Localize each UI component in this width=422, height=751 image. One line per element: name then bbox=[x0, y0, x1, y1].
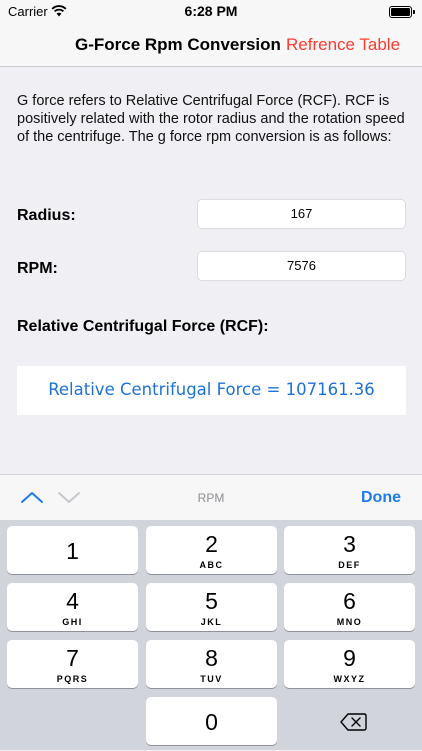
key-5-digit: 5 bbox=[205, 588, 218, 614]
battery-icon bbox=[389, 6, 415, 18]
key-7[interactable]: 7 PQRS bbox=[7, 640, 138, 688]
page-title: G-Force Rpm Conversion bbox=[75, 35, 281, 54]
key-1-digit: 1 bbox=[66, 538, 79, 564]
key-3-letters: DEF bbox=[338, 560, 361, 570]
key-1[interactable]: 1 bbox=[7, 526, 138, 574]
key-7-digit: 7 bbox=[66, 645, 79, 671]
rpm-label: RPM: bbox=[17, 260, 58, 277]
key-6[interactable]: 6 MNO bbox=[284, 583, 415, 631]
navigation-bar: G-Force Rpm Conversion Refrence Table bbox=[0, 24, 422, 67]
key-6-letters: MNO bbox=[336, 617, 363, 627]
radius-input[interactable]: 167 bbox=[197, 199, 406, 229]
rcf-label: Relative Centrifugal Force (RCF): bbox=[17, 318, 269, 335]
status-time: 6:28 PM bbox=[184, 3, 238, 19]
backspace-icon[interactable] bbox=[284, 698, 415, 746]
active-field-name: RPM bbox=[197, 491, 225, 505]
main-content: G force refers to Relative Centrifugal F… bbox=[0, 67, 422, 474]
key-0-digit: 0 bbox=[205, 709, 218, 735]
key-8-digit: 8 bbox=[205, 645, 218, 671]
key-2[interactable]: 2 ABC bbox=[146, 526, 277, 574]
key-8-letters: TUV bbox=[200, 674, 223, 684]
radius-label: Radius: bbox=[17, 207, 76, 224]
key-2-letters: ABC bbox=[199, 560, 224, 570]
key-9-digit: 9 bbox=[343, 645, 356, 671]
key-3-digit: 3 bbox=[343, 531, 356, 557]
key-6-digit: 6 bbox=[343, 588, 356, 614]
key-5-letters: JKL bbox=[200, 617, 223, 627]
key-4[interactable]: 4 GHI bbox=[7, 583, 138, 631]
reference-table-button[interactable]: Refrence Table bbox=[286, 35, 400, 55]
result-text: Relative Centrifugal Force = 107161.36 bbox=[48, 380, 375, 399]
status-bar: Carrier 6:28 PM bbox=[0, 0, 422, 24]
key-5[interactable]: 5 JKL bbox=[146, 583, 277, 631]
intro-text: G force refers to Relative Centrifugal F… bbox=[17, 93, 405, 145]
key-3[interactable]: 3 DEF bbox=[284, 526, 415, 574]
rpm-input[interactable]: 7576 bbox=[197, 251, 406, 281]
keyboard-toolbar: RPM Done bbox=[0, 474, 422, 521]
key-8[interactable]: 8 TUV bbox=[146, 640, 277, 688]
done-button[interactable]: Done bbox=[361, 489, 401, 507]
key-2-digit: 2 bbox=[205, 531, 218, 557]
key-7-letters: PQRS bbox=[56, 674, 89, 684]
key-4-digit: 4 bbox=[66, 588, 79, 614]
key-9-letters: WXYZ bbox=[333, 674, 366, 684]
key-0[interactable]: 0 bbox=[146, 697, 277, 745]
result-box: Relative Centrifugal Force = 107161.36 bbox=[17, 366, 406, 415]
number-keypad: 1 2 ABC 3 DEF 4 GHI 5 JKL 6 MNO 7 PQRS 8… bbox=[0, 520, 422, 750]
key-4-letters: GHI bbox=[62, 617, 83, 627]
key-9[interactable]: 9 WXYZ bbox=[284, 640, 415, 688]
